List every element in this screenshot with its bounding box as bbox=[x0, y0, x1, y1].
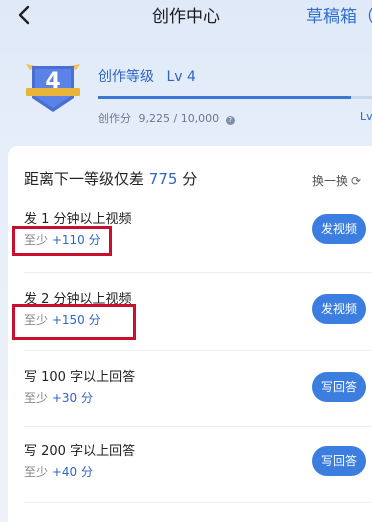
task-reward: 至少 +30 分 bbox=[24, 391, 93, 405]
highlight-box bbox=[12, 226, 112, 256]
gap-value: 775 bbox=[148, 170, 178, 188]
refresh-icon: ⟳ bbox=[351, 174, 362, 188]
divider bbox=[24, 426, 372, 427]
task-title: 写 100 字以上回答 bbox=[24, 370, 136, 385]
divider bbox=[24, 502, 372, 503]
divider bbox=[24, 350, 372, 351]
level-progress-bar bbox=[98, 96, 372, 99]
tasks-card: 距离下一等级仅差 775 分 换一换 ⟳ 发 1 分钟以上视频 至少 +110 分… bbox=[8, 146, 372, 522]
gap-suffix: 分 bbox=[182, 170, 198, 188]
score-value: 9,225 / 10,000 bbox=[138, 112, 220, 125]
level-section: 4 创作等级 Lv 4 创作分 9,225 / 10,000 ? Lv bbox=[0, 50, 372, 140]
write-answer-button[interactable]: 写回答 bbox=[312, 446, 366, 476]
score-label: 创作分 bbox=[98, 112, 131, 125]
drafts-link[interactable]: 草稿箱（ bbox=[306, 2, 372, 27]
task-reward: 至少 +40 分 bbox=[24, 465, 93, 479]
next-level-label: Lv bbox=[360, 110, 372, 123]
task-item: 写 200 字以上回答 至少 +40 分 写回答 bbox=[24, 440, 372, 500]
level-label: Lv 4 bbox=[166, 69, 196, 85]
level-title: 创作等级 bbox=[98, 69, 154, 85]
top-bar: 创作中心 草稿箱（ bbox=[0, 0, 372, 30]
divider bbox=[24, 272, 372, 273]
level-name: 创作等级 Lv 4 bbox=[98, 66, 196, 86]
level-gap-text: 距离下一等级仅差 775 分 bbox=[24, 168, 197, 189]
task-title: 发 1 分钟以上视频 bbox=[24, 212, 132, 227]
refresh-label: 换一换 bbox=[312, 174, 349, 188]
post-video-button[interactable]: 发视频 bbox=[312, 294, 366, 324]
info-icon[interactable]: ? bbox=[225, 116, 235, 125]
task-item: 写 100 字以上回答 至少 +30 分 写回答 bbox=[24, 366, 372, 426]
gap-prefix: 距离下一等级仅差 bbox=[24, 170, 145, 188]
badge-number: 4 bbox=[45, 69, 60, 94]
write-answer-button[interactable]: 写回答 bbox=[312, 372, 366, 402]
highlight-box bbox=[12, 304, 136, 340]
level-progress-fill bbox=[98, 96, 351, 99]
post-video-button[interactable]: 发视频 bbox=[312, 214, 366, 244]
score-line: 创作分 9,225 / 10,000 ? bbox=[98, 110, 235, 126]
level-badge-icon: 4 bbox=[26, 64, 80, 112]
task-title: 写 200 字以上回答 bbox=[24, 444, 136, 459]
refresh-button[interactable]: 换一换 ⟳ bbox=[312, 172, 361, 189]
